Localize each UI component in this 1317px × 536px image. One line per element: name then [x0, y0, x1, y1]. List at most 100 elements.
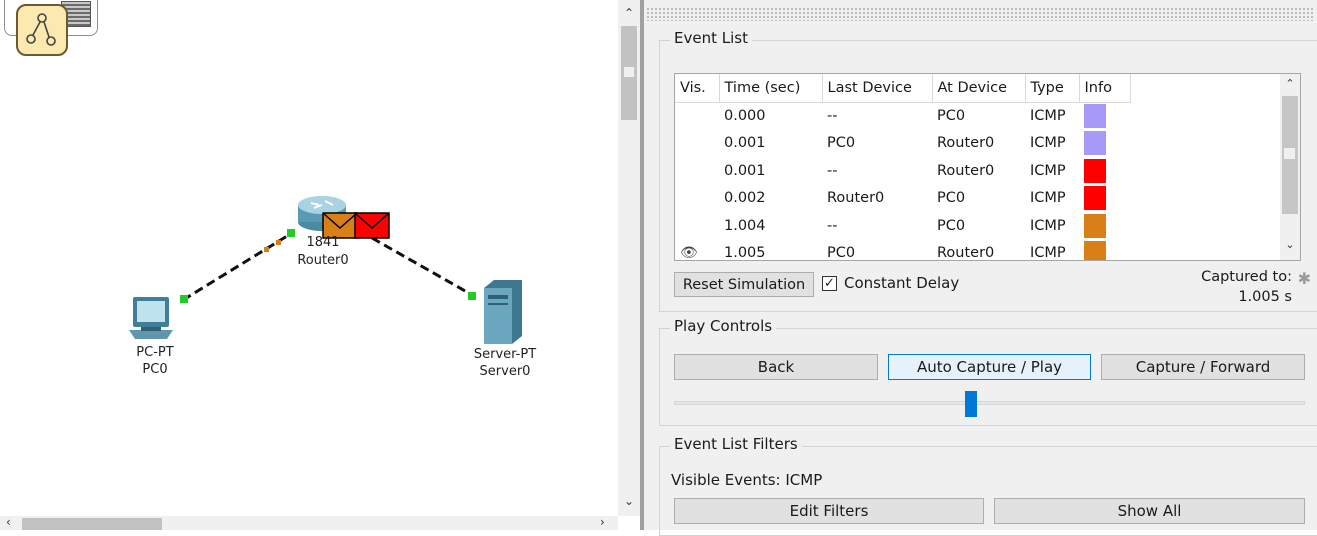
auto-capture-play-button[interactable]: Auto Capture / Play — [888, 354, 1091, 380]
event-time-cell: 0.001 — [724, 135, 766, 152]
event-list-table[interactable]: Vis. Time (sec) Last Device At Device Ty… — [674, 73, 1301, 261]
info-color-swatch[interactable] — [1084, 241, 1106, 260]
constant-delay-checkbox[interactable]: ✓ Constant Delay — [822, 274, 959, 292]
router0-model-label: 1841 — [306, 235, 339, 250]
workspace-vertical-scrollbar[interactable]: ⌃ ⌄ — [618, 0, 640, 516]
slider-track[interactable] — [674, 401, 1305, 405]
event-info-cell[interactable] — [1079, 185, 1130, 213]
event-time-cell: 1.004 — [724, 217, 766, 234]
event-row[interactable]: 1.004 -- PC0 ICMP — [675, 212, 1130, 240]
captured-to-label: Captured to: — [1201, 269, 1292, 285]
pc0-model-label: PC-PT — [136, 345, 173, 360]
col-at-device[interactable]: At Device — [932, 74, 1026, 103]
panel-grip[interactable] — [646, 7, 1314, 21]
server-icon[interactable] — [484, 280, 522, 344]
play-controls-group: Play Controls Back Auto Capture / Play C… — [659, 317, 1317, 426]
asterisk-icon: ✱ — [1297, 269, 1311, 288]
event-info-cell[interactable] — [1079, 130, 1130, 158]
col-type[interactable]: Type — [1025, 74, 1080, 103]
event-row[interactable]: 👁 1.005 PC0 Router0 ICMP — [675, 240, 1130, 261]
play-speed-slider[interactable] — [674, 391, 1305, 417]
server0-name-label: Server0 — [480, 364, 531, 379]
event-type-cell: ICMP — [1030, 217, 1066, 234]
logical-workspace[interactable]: 1841 Router0 PC-PT PC0 Server-PT Server0… — [0, 0, 640, 530]
event-time-cell: 0.000 — [724, 108, 766, 124]
link-light-server0 — [468, 292, 476, 300]
back-button[interactable]: Back — [674, 354, 878, 380]
scroll-up-icon[interactable]: ⌃ — [1280, 77, 1300, 90]
eye-icon[interactable]: 👁 — [680, 245, 698, 260]
info-color-swatch[interactable] — [1084, 158, 1106, 183]
info-color-swatch[interactable] — [1084, 104, 1106, 128]
event-vis-cell — [675, 102, 719, 130]
event-list-filters-title: Event List Filters — [670, 435, 802, 453]
event-table-header: Vis. Time (sec) Last Device At Device Ty… — [675, 74, 1131, 103]
event-row[interactable]: 0.001 -- Router0 ICMP — [675, 157, 1130, 185]
capture-forward-button[interactable]: Capture / Forward — [1101, 354, 1305, 380]
edit-filters-button[interactable]: Edit Filters — [674, 498, 984, 524]
reset-simulation-button[interactable]: Reset Simulation — [674, 272, 814, 297]
event-row[interactable]: 0.001 PC0 Router0 ICMP — [675, 130, 1130, 158]
workspace-horizontal-scrollbar[interactable]: ‹ › — [0, 515, 618, 530]
captured-to-value: 1.005 s — [1238, 289, 1292, 305]
event-list-filters-group: Event List Filters Visible Events: ICMP … — [659, 435, 1317, 536]
pc0-name-label: PC0 — [142, 362, 167, 377]
event-time-cell: 0.001 — [724, 162, 766, 179]
col-vis[interactable]: Vis. — [675, 74, 720, 103]
event-last-device-cell: PC0 — [827, 135, 856, 152]
event-row[interactable]: 0.000 -- PC0 ICMP — [675, 102, 1130, 130]
server0-model-label: Server-PT — [474, 347, 536, 362]
event-at-device-cell: Router0 — [937, 162, 995, 179]
pdu-envelope-red[interactable] — [354, 212, 390, 239]
info-color-swatch[interactable] — [1084, 213, 1106, 238]
simulation-panel: Event List Vis. Time (sec) Last Device A… — [644, 0, 1317, 536]
info-color-swatch[interactable] — [1084, 131, 1106, 156]
col-last-device[interactable]: Last Device — [822, 74, 933, 103]
event-vis-cell — [675, 185, 719, 213]
scroll-up-icon[interactable]: ⌃ — [618, 6, 640, 20]
event-type-cell: ICMP — [1030, 135, 1066, 152]
event-last-device-cell: -- — [827, 217, 838, 234]
slider-thumb[interactable] — [965, 391, 977, 417]
event-time-cell: 1.005 — [724, 245, 766, 261]
event-time-cell: 0.002 — [724, 190, 766, 207]
event-last-device-cell: Router0 — [827, 190, 885, 207]
link-pc0-router0[interactable] — [182, 231, 293, 302]
router0-name-label: Router0 — [297, 253, 348, 268]
event-vis-cell: 👁 — [675, 240, 719, 260]
workspace-hscroll-thumb[interactable] — [22, 518, 162, 530]
event-list-title: Event List — [670, 29, 752, 47]
event-type-cell: ICMP — [1030, 108, 1066, 124]
event-list-scrollbar[interactable]: ⌃ ⌄ — [1280, 74, 1300, 260]
event-at-device-cell: Router0 — [937, 135, 995, 152]
show-all-button[interactable]: Show All — [994, 498, 1305, 524]
event-info-cell[interactable] — [1079, 157, 1130, 185]
col-time[interactable]: Time (sec) — [719, 74, 823, 103]
scroll-down-icon[interactable]: ⌄ — [1280, 238, 1300, 251]
event-type-cell: ICMP — [1030, 162, 1066, 179]
scroll-left-icon[interactable]: ‹ — [6, 515, 11, 529]
event-vis-cell — [675, 130, 719, 158]
event-at-device-cell: PC0 — [937, 217, 966, 234]
event-info-cell[interactable] — [1079, 212, 1130, 240]
event-last-device-cell: PC0 — [827, 245, 856, 261]
scroll-right-icon[interactable]: › — [600, 515, 605, 529]
pc-icon[interactable] — [129, 297, 173, 339]
event-type-cell: ICMP — [1030, 190, 1066, 207]
checkbox-check-icon[interactable]: ✓ — [822, 275, 837, 291]
event-info-cell[interactable] — [1079, 240, 1130, 260]
visible-events-label: Visible Events: ICMP — [671, 471, 823, 489]
col-info[interactable]: Info — [1079, 74, 1131, 103]
event-vis-cell — [675, 157, 719, 185]
scroll-grip — [623, 66, 635, 78]
event-row[interactable]: 0.002 Router0 PC0 ICMP — [675, 185, 1130, 213]
scroll-down-icon[interactable]: ⌄ — [618, 494, 640, 508]
play-controls-title: Play Controls — [670, 317, 777, 335]
event-type-cell: ICMP — [1030, 245, 1066, 261]
event-at-device-cell: PC0 — [937, 190, 966, 207]
info-color-swatch[interactable] — [1084, 186, 1106, 211]
link-router0-server0[interactable] — [371, 236, 475, 298]
event-info-cell[interactable] — [1079, 102, 1130, 130]
link-light-router0-a — [287, 229, 295, 237]
event-vis-cell — [675, 212, 719, 240]
